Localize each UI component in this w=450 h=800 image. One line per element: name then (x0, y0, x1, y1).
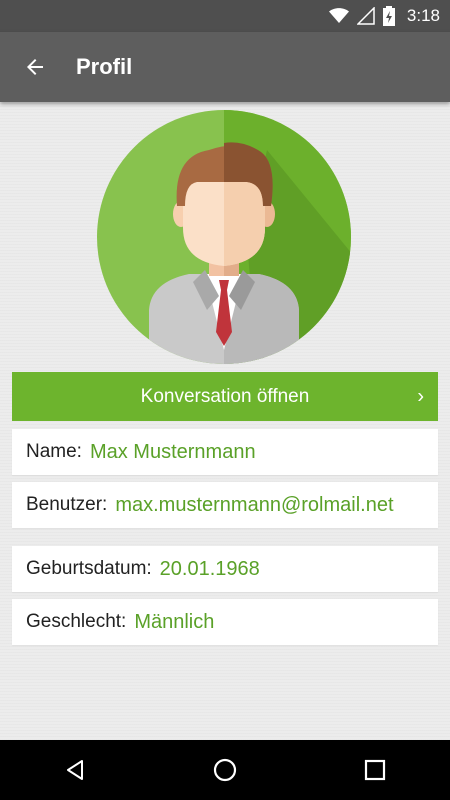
field-label: Benutzer: (26, 494, 108, 515)
field-value: Männlich (134, 610, 215, 633)
field-value: 20.01.1968 (159, 557, 260, 580)
wifi-icon (328, 8, 349, 23)
back-triangle-icon (67, 760, 83, 780)
field-label: Geschlecht: (26, 611, 127, 632)
recents-square-icon (364, 759, 386, 781)
page-title: Profil (76, 54, 133, 79)
open-conversation-button[interactable]: Konversation öffnen › (12, 372, 438, 421)
clock: 3:18 (406, 6, 440, 25)
home-circle-icon (213, 758, 237, 782)
field-label: Geburtsdatum: (26, 558, 152, 579)
profile-field-username: Benutzer: max.musternmann@rolmail.net (12, 482, 438, 528)
signal-icon (356, 7, 375, 25)
profile-content: Konversation öffnen › Name: Max Musternm… (0, 102, 450, 740)
field-value: max.musternmann@rolmail.net (115, 493, 394, 516)
arrow-back-icon (27, 59, 43, 75)
app-bar: Profil (0, 32, 450, 102)
field-value: Max Musternmann (89, 440, 256, 463)
open-conversation-label: Konversation öffnen (140, 385, 310, 407)
profile-field-gender: Geschlecht: Männlich (12, 599, 438, 645)
chevron-right-icon: › (417, 385, 424, 407)
male-avatar-icon (97, 110, 351, 364)
profile-field-name: Name: Max Musternmann (12, 429, 438, 475)
nav-home-button[interactable] (195, 740, 255, 800)
battery-charging-icon (382, 6, 395, 26)
field-label: Name: (26, 441, 82, 462)
nav-back-button[interactable] (45, 740, 105, 800)
system-nav-bar (0, 740, 450, 800)
profile-field-birthdate: Geburtsdatum: 20.01.1968 (12, 546, 438, 592)
status-bar: 3:18 (0, 0, 450, 32)
nav-recents-button[interactable] (345, 740, 405, 800)
back-button[interactable] (0, 32, 70, 102)
